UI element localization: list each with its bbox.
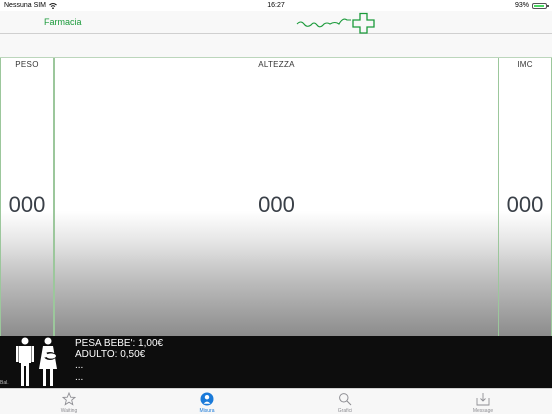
tab-waiting-label: Waiting xyxy=(60,408,78,414)
altezza-panel[interactable]: ALTEZZA 000 xyxy=(54,58,499,336)
tab-bar: Waiting Misura Grafici Message xyxy=(0,388,552,414)
person-icon xyxy=(200,392,214,406)
search-icon xyxy=(339,393,352,406)
altezza-value: 000 xyxy=(258,192,295,217)
ad-line-2: ADULTO: 0,50€ xyxy=(75,349,146,360)
imc-title: IMC xyxy=(517,60,533,69)
star-icon xyxy=(62,392,76,406)
battery-percent: 93% xyxy=(514,2,529,9)
ad-tag: Bal. xyxy=(0,380,9,386)
ad-line-4: ... xyxy=(75,372,84,383)
tab-misura[interactable]: Misura xyxy=(187,389,227,415)
altezza-title: ALTEZZA xyxy=(258,60,295,69)
peso-title: PESO xyxy=(15,60,39,69)
peso-panel[interactable]: PESO 000 xyxy=(0,58,54,336)
ad-line-1: PESA BEBE': 1,00€ xyxy=(75,338,164,349)
tab-message-label: Message xyxy=(472,408,494,414)
tab-grafici-label: Grafici xyxy=(337,408,353,414)
inbox-icon xyxy=(476,393,490,406)
ad-line-3: ... xyxy=(75,360,84,371)
imc-value: 000 xyxy=(506,192,544,217)
tab-grafici[interactable]: Grafici xyxy=(325,389,365,415)
status-bar: Nessuna SIM 16:27 93% xyxy=(0,0,552,11)
pharmacy-cross-logo-icon xyxy=(296,12,375,34)
tab-misura-label: Misura xyxy=(199,408,215,414)
peso-value: 000 xyxy=(8,192,46,217)
tab-waiting[interactable]: Waiting xyxy=(49,389,89,415)
battery-icon xyxy=(532,2,549,9)
navigation-bar: Farmacia xyxy=(0,11,552,34)
imc-panel[interactable]: IMC 000 xyxy=(498,58,552,336)
tab-message[interactable]: Message xyxy=(463,389,503,415)
battery-group: 93% xyxy=(514,2,549,9)
ad-banner[interactable]: PESA BEBE': 1,00€ ADULTO: 0,50€ ... ... … xyxy=(0,336,552,388)
back-button[interactable]: Farmacia xyxy=(44,17,82,27)
parent-figures-icon xyxy=(16,337,57,386)
battery-fill xyxy=(534,4,545,7)
toolbar-strip xyxy=(0,34,552,58)
clock: 16:27 xyxy=(267,2,285,9)
battery-tip xyxy=(547,5,549,7)
